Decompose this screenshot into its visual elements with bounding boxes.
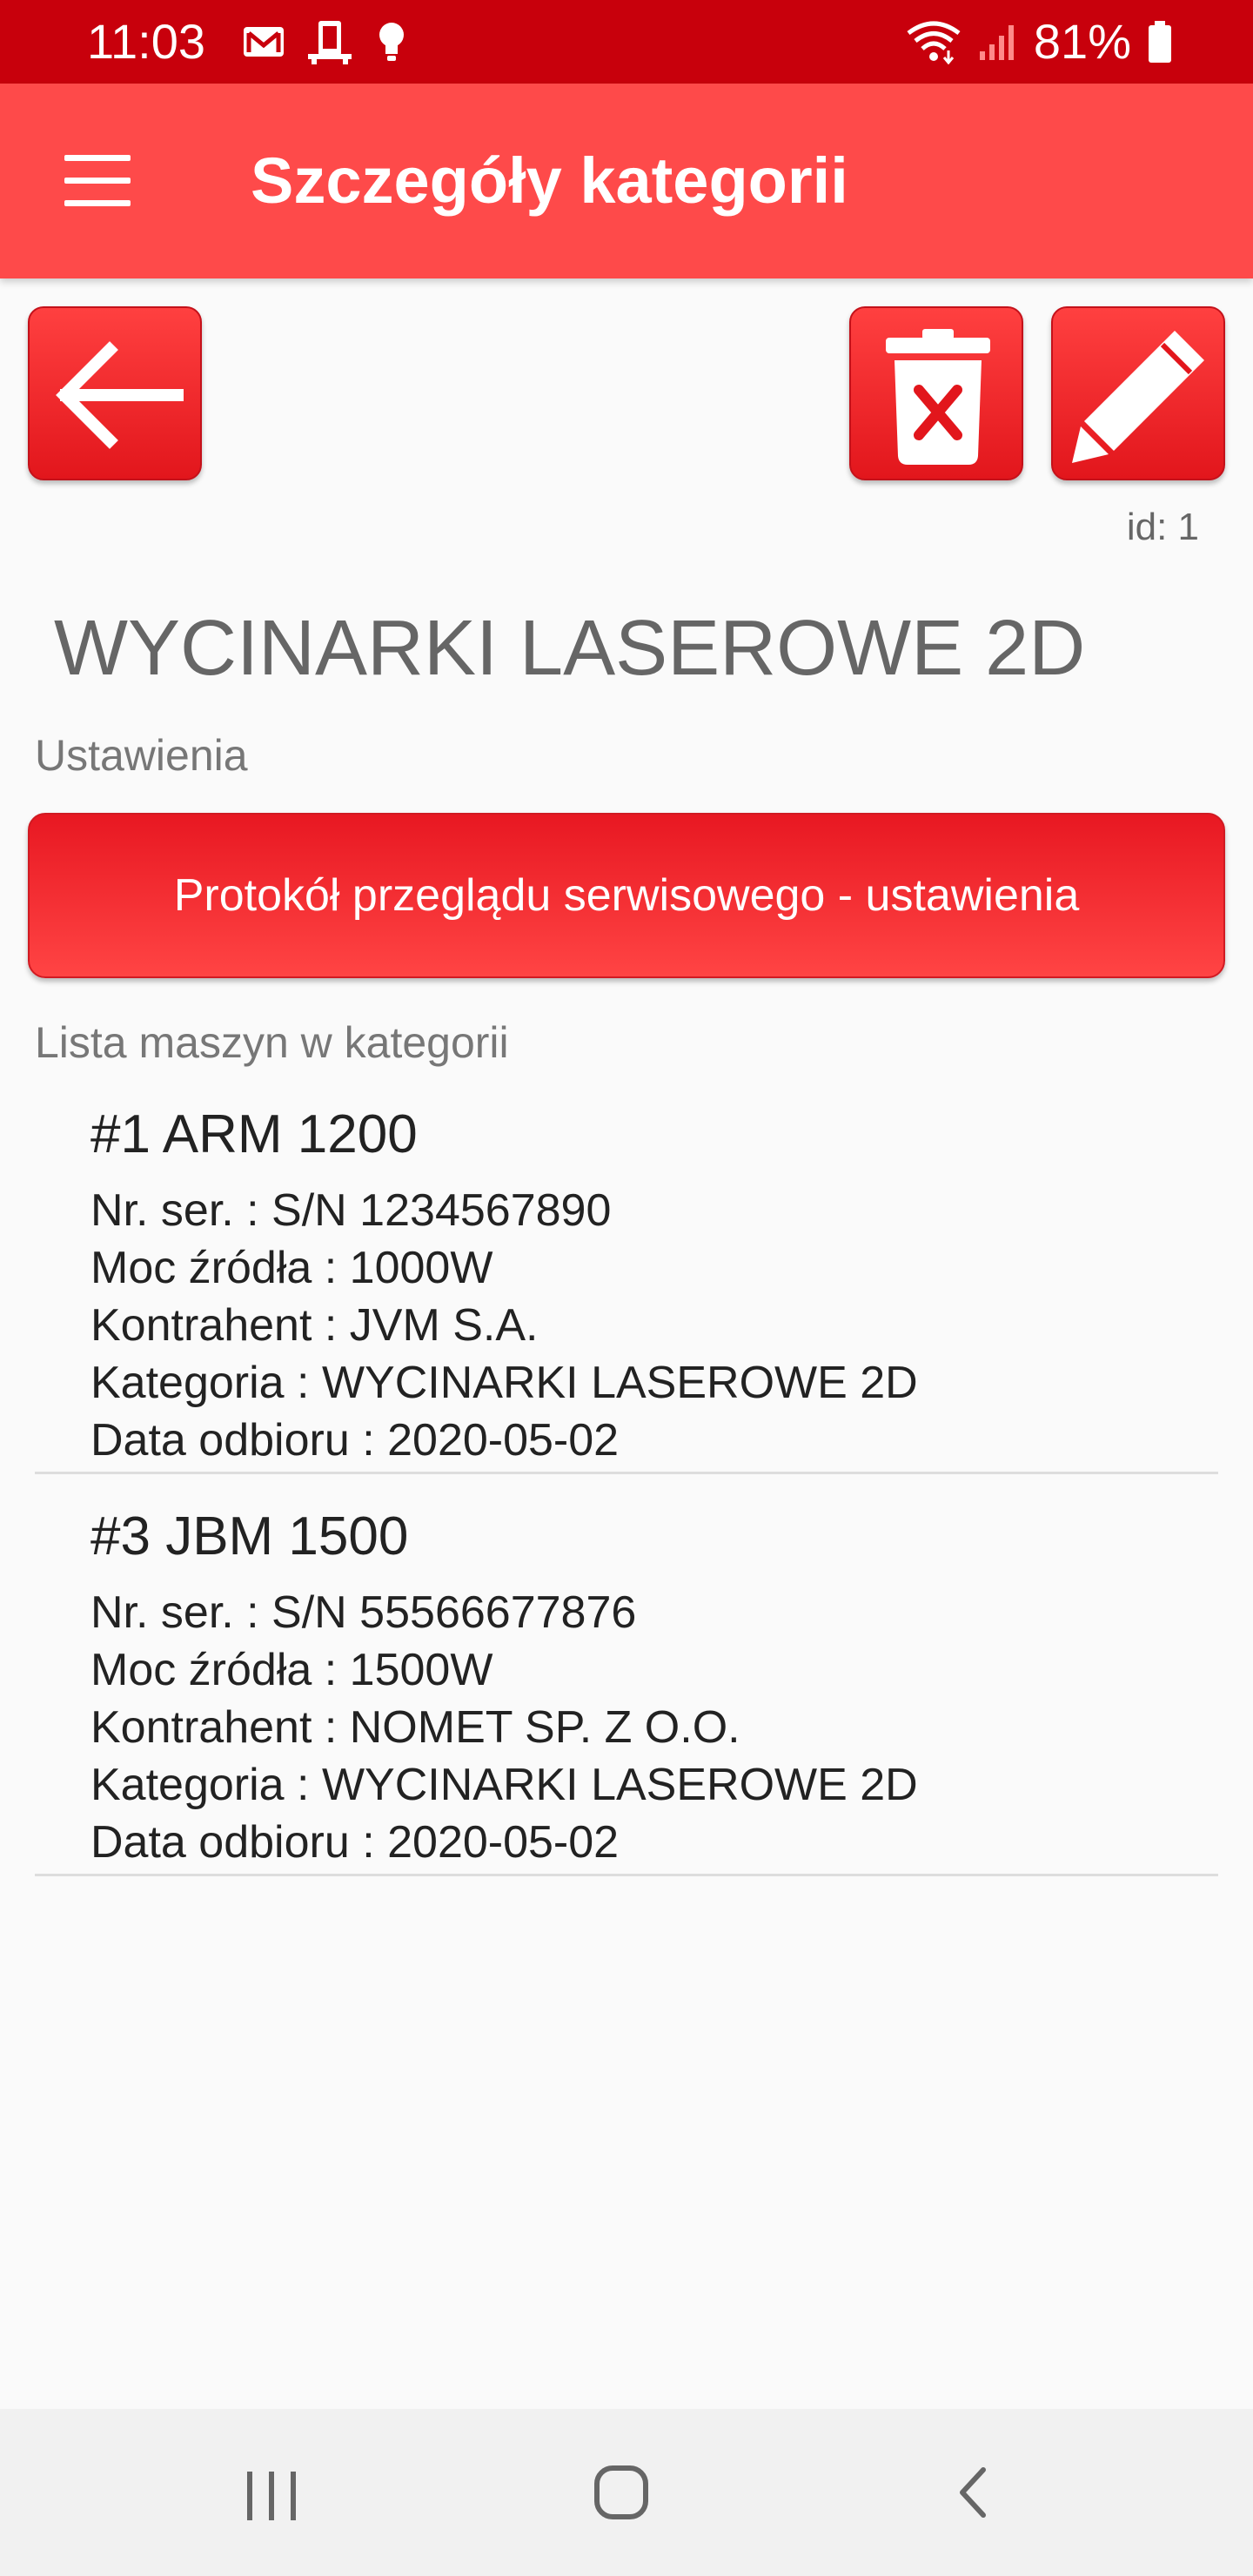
page-title: Szczegóły kategorii (251, 144, 848, 217)
recent-apps-button[interactable] (184, 2409, 358, 2576)
home-icon (594, 2465, 648, 2519)
machine-date: Data odbioru : 2020-05-02 (90, 1817, 620, 1868)
machine-contractor: Kontrahent : JVM S.A. (90, 1300, 539, 1351)
machine-power: Moc źródła : 1500W (90, 1645, 493, 1695)
system-icons: 81% (905, 12, 1173, 71)
wifi-icon (907, 21, 961, 64)
machine-serial: Nr. ser. : S/N 55566677876 (90, 1587, 637, 1638)
status-bar: 11:03 81% (0, 0, 1253, 84)
arrow-left-icon (56, 341, 184, 449)
battery-icon (1149, 21, 1171, 63)
machine-title: #1 ARM 1200 (90, 1104, 418, 1164)
category-name: WYCINARKI LASEROWE 2D (54, 605, 1086, 692)
trash-delete-icon (886, 329, 990, 465)
battery-percentage: 81% (1033, 14, 1131, 69)
settings-section-label: Ustawienia (35, 731, 248, 780)
list-item[interactable]: #1 ARM 1200 Nr. ser. : S/N 1234567890 Mo… (35, 1100, 1218, 1474)
hamburger-menu-icon[interactable] (52, 146, 143, 216)
app-bar: Szczegóły kategorii (0, 84, 1253, 278)
system-navigation-bar (0, 2409, 1253, 2576)
device-icon (308, 21, 352, 64)
list-item[interactable]: #3 JBM 1500 Nr. ser. : S/N 55566677876 M… (35, 1502, 1218, 1876)
chevron-left-icon (960, 2467, 986, 2518)
service-protocol-settings-button[interactable]: Protokół przeglądu serwisowego - ustawie… (28, 813, 1225, 978)
system-back-button[interactable] (886, 2409, 1060, 2576)
pencil-edit-icon (1072, 331, 1204, 463)
machine-contractor: Kontrahent : NOMET SP. Z O.O. (90, 1702, 740, 1753)
home-button[interactable] (534, 2409, 708, 2576)
edit-button[interactable] (1051, 306, 1225, 480)
machine-list-label: Lista maszyn w kategorii (35, 1018, 509, 1067)
notification-icons (242, 19, 409, 64)
bulb-icon (379, 23, 404, 61)
gmail-icon (244, 27, 284, 57)
machine-category: Kategoria : WYCINARKI LASEROWE 2D (90, 1760, 918, 1810)
machine-date: Data odbioru : 2020-05-02 (90, 1415, 620, 1466)
machine-title: #3 JBM 1500 (90, 1506, 409, 1566)
signal-icon (979, 25, 1014, 60)
back-button[interactable] (28, 306, 202, 480)
machine-power: Moc źródła : 1000W (90, 1243, 493, 1293)
machine-serial: Nr. ser. : S/N 1234567890 (90, 1185, 612, 1236)
delete-button[interactable] (849, 306, 1023, 480)
recent-apps-icon (247, 2472, 296, 2520)
category-id: id: 1 (1126, 506, 1199, 548)
machine-category: Kategoria : WYCINARKI LASEROWE 2D (90, 1358, 918, 1408)
status-time: 11:03 (87, 14, 205, 69)
